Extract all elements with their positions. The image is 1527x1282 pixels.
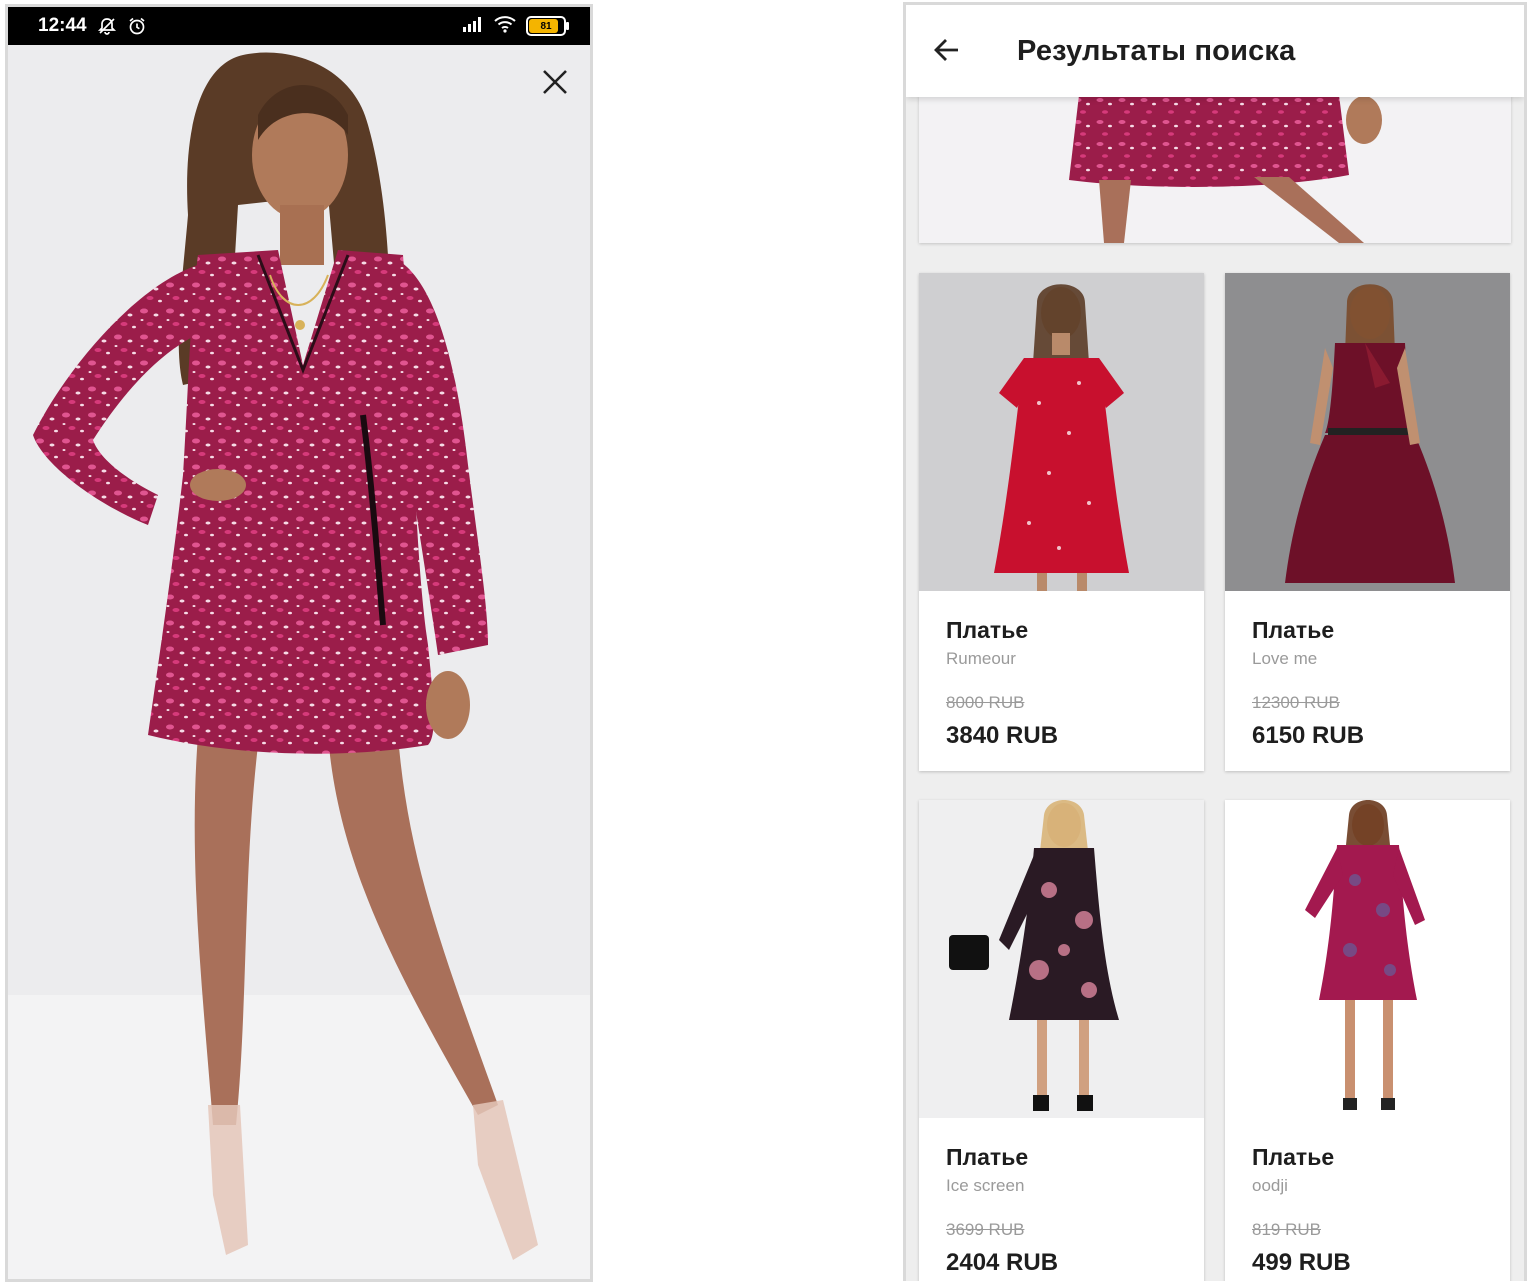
product-name: Платье: [1252, 1144, 1335, 1170]
product-card[interactable]: Платье Ice screen 3699 RUB 2404 RUB: [919, 800, 1204, 1281]
app-bar: Результаты поиска: [906, 5, 1524, 97]
notifications-off-icon: [97, 16, 117, 36]
product-image: [919, 273, 1204, 591]
product-old-price: 819 RUB: [1252, 1220, 1321, 1239]
status-bar: 12:44 81: [8, 7, 590, 45]
search-results-screen: Результаты поиска Платье Rumeour 8000 RU…: [903, 2, 1527, 1281]
arrow-left-icon: [934, 39, 958, 61]
product-price: 6150 RUB: [1252, 722, 1365, 749]
product-old-price: 12300 RUB: [1252, 693, 1340, 712]
back-button[interactable]: [932, 35, 962, 65]
model-photo-illustration: [8, 45, 590, 1279]
product-name: Платье: [946, 617, 1029, 643]
product-image: [1225, 273, 1510, 591]
product-card-partial[interactable]: [919, 95, 1511, 243]
product-price: 2404 RUB: [946, 1249, 1059, 1276]
product-brand: Love me: [1252, 649, 1318, 668]
product-image: [919, 95, 1511, 243]
product-card[interactable]: Платье oodji 819 RUB 499 RUB: [1225, 800, 1510, 1281]
product-price: 3840 RUB: [946, 722, 1059, 749]
product-card[interactable]: Платье Love me 12300 RUB 6150 RUB: [1225, 273, 1510, 771]
close-button[interactable]: [538, 65, 572, 99]
page-title: Результаты поиска: [1017, 35, 1296, 67]
product-photo-screen: 12:44 81: [5, 4, 593, 1282]
product-brand: Ice screen: [946, 1176, 1025, 1195]
close-icon: [543, 70, 567, 94]
product-card[interactable]: Платье Rumeour 8000 RUB 3840 RUB: [919, 273, 1204, 771]
battery-icon: 81: [526, 16, 569, 36]
product-price: 499 RUB: [1252, 1249, 1351, 1276]
wifi-icon: [494, 15, 516, 38]
product-image: [1225, 800, 1510, 1118]
alarm-icon: [127, 16, 147, 36]
product-photo: [8, 45, 590, 1279]
product-old-price: 8000 RUB: [946, 693, 1025, 712]
status-time: 12:44: [38, 15, 87, 36]
product-name: Платье: [946, 1144, 1029, 1170]
product-brand: oodji: [1252, 1176, 1288, 1195]
product-brand: Rumeour: [946, 649, 1016, 668]
battery-level: 81: [540, 20, 552, 32]
product-image: [919, 800, 1204, 1118]
signal-icon: [462, 16, 484, 37]
product-old-price: 3699 RUB: [946, 1220, 1025, 1239]
product-name: Платье: [1252, 617, 1335, 643]
